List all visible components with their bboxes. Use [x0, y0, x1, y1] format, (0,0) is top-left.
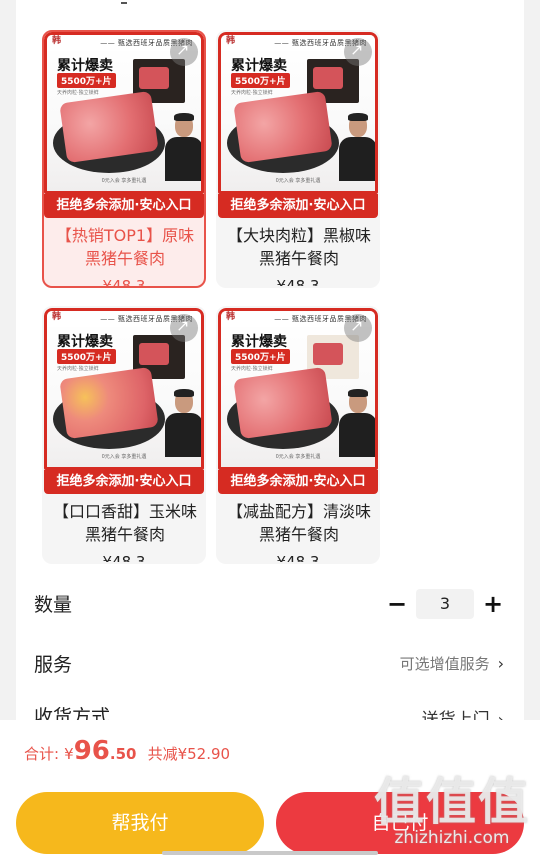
- thumb-title: 累计爆卖: [231, 58, 287, 74]
- thumb-footer: 0元入会 享多重礼遇: [275, 178, 321, 184]
- thumb-banner: 拒绝多余添加·安心入口: [44, 194, 204, 218]
- thumb-banner: 拒绝多余添加·安心入口: [218, 470, 378, 494]
- luncheon-meat: [59, 90, 159, 164]
- thumb-banner: 拒绝多余添加·安心入口: [218, 194, 378, 218]
- thumb-sub: 天养肉粒·独立锁鲜: [231, 366, 273, 372]
- thumb-footer: 0元入会 享多重礼遇: [101, 454, 147, 460]
- plus-button[interactable]: +: [482, 590, 504, 618]
- top-mark: [121, 2, 127, 4]
- quantity-stepper: − 3 +: [386, 588, 504, 620]
- minus-button[interactable]: −: [386, 590, 408, 618]
- thumb-badge: 5500万+片: [231, 349, 290, 364]
- luncheon-meat: [233, 90, 333, 164]
- discount-total: 共减¥52.90: [147, 745, 231, 763]
- product-price: ¥48.3: [276, 277, 320, 288]
- product-name: 【减盐配方】清淡味黑猪午餐肉: [226, 502, 371, 544]
- product-name: 【口口香甜】玉米味黑猪午餐肉: [52, 502, 197, 544]
- expand-icon[interactable]: [344, 314, 372, 342]
- product-name: 【大块肉粒】黑椒味黑猪午餐肉: [226, 226, 371, 268]
- expand-icon[interactable]: [170, 38, 198, 66]
- service-label: 服务: [34, 654, 73, 676]
- total-integer: 96: [73, 736, 110, 766]
- thumb-title: 累计爆卖: [231, 334, 287, 350]
- service-value: 可选增值服务: [399, 655, 490, 673]
- thumb-badge: 5500万+片: [57, 349, 116, 364]
- product-card-lowsalt[interactable]: —— 甄选西班牙品质黑猪肉 韩 累计爆卖 5500万+片 天养肉粒·独立锁鲜 0…: [216, 306, 380, 564]
- thumb-title: 累计爆卖: [57, 334, 113, 350]
- brand-logo: 韩: [52, 36, 62, 46]
- product-card-corn[interactable]: —— 甄选西班牙品质黑猪肉 韩 累计爆卖 5500万+片 天养肉粒·独立锁鲜 0…: [42, 306, 206, 564]
- watermark-glyphs: 值值值: [374, 773, 530, 831]
- total-label: 合计:: [24, 745, 60, 763]
- product-price: ¥48.3: [276, 553, 320, 564]
- product-price: ¥48.3: [102, 553, 146, 564]
- total-summary: 合计: ¥96.50 共减¥52.90: [24, 736, 230, 766]
- thumb-banner: 拒绝多余添加·安心入口: [44, 470, 204, 494]
- product-card-pepper[interactable]: —— 甄选西班牙品质黑猪肉 韩 累计爆卖 5500万+片 天养肉粒·独立锁鲜 0…: [216, 30, 380, 288]
- chevron-right-icon: ›: [497, 654, 504, 673]
- total-decimal: .50: [109, 745, 137, 763]
- chef-figure: [165, 389, 201, 457]
- chef-figure: [165, 113, 201, 181]
- thumb-sub: 天养肉粒·独立锁鲜: [231, 90, 273, 96]
- product-card-original[interactable]: —— 甄选西班牙品质黑猪肉 韩 累计爆卖 5500万+片 天养肉粒·独立锁鲜 0…: [42, 30, 206, 288]
- thumb-badge: 5500万+片: [57, 73, 116, 88]
- expand-icon[interactable]: [344, 38, 372, 66]
- expand-icon[interactable]: [170, 314, 198, 342]
- thumb-badge: 5500万+片: [231, 73, 290, 88]
- brand-logo: 韩: [226, 312, 236, 322]
- luncheon-meat: [59, 366, 159, 440]
- brand-logo: 韩: [52, 312, 62, 322]
- watermark-url: zhizhizhi.com: [394, 828, 510, 848]
- site-watermark: 值值值 zhizhizhi.com: [374, 776, 530, 848]
- service-row[interactable]: 服务 可选增值服务 ›: [34, 650, 504, 680]
- product-price: ¥48.3: [102, 277, 146, 288]
- quantity-row: 数量 − 3 +: [34, 588, 504, 620]
- brand-logo: 韩: [226, 36, 236, 46]
- home-indicator: [162, 851, 378, 855]
- chef-figure: [339, 389, 375, 457]
- chef-figure: [339, 113, 375, 181]
- luncheon-meat: [233, 366, 333, 440]
- thumb-title: 累计爆卖: [57, 58, 113, 74]
- thumb-footer: 0元入会 享多重礼遇: [275, 454, 321, 460]
- thumb-sub: 天养肉粒·独立锁鲜: [57, 90, 99, 96]
- thumb-footer: 0元入会 享多重礼遇: [101, 178, 147, 184]
- help-pay-button[interactable]: 帮我付: [16, 792, 264, 854]
- service-value-wrap: 可选增值服务 ›: [400, 653, 504, 674]
- quantity-label: 数量: [34, 594, 73, 616]
- currency-symbol: ¥: [64, 745, 74, 763]
- thumb-sub: 天养肉粒·独立锁鲜: [57, 366, 99, 372]
- product-name: 【热销TOP1】原味黑猪午餐肉: [55, 226, 195, 268]
- quantity-input[interactable]: 3: [416, 589, 474, 619]
